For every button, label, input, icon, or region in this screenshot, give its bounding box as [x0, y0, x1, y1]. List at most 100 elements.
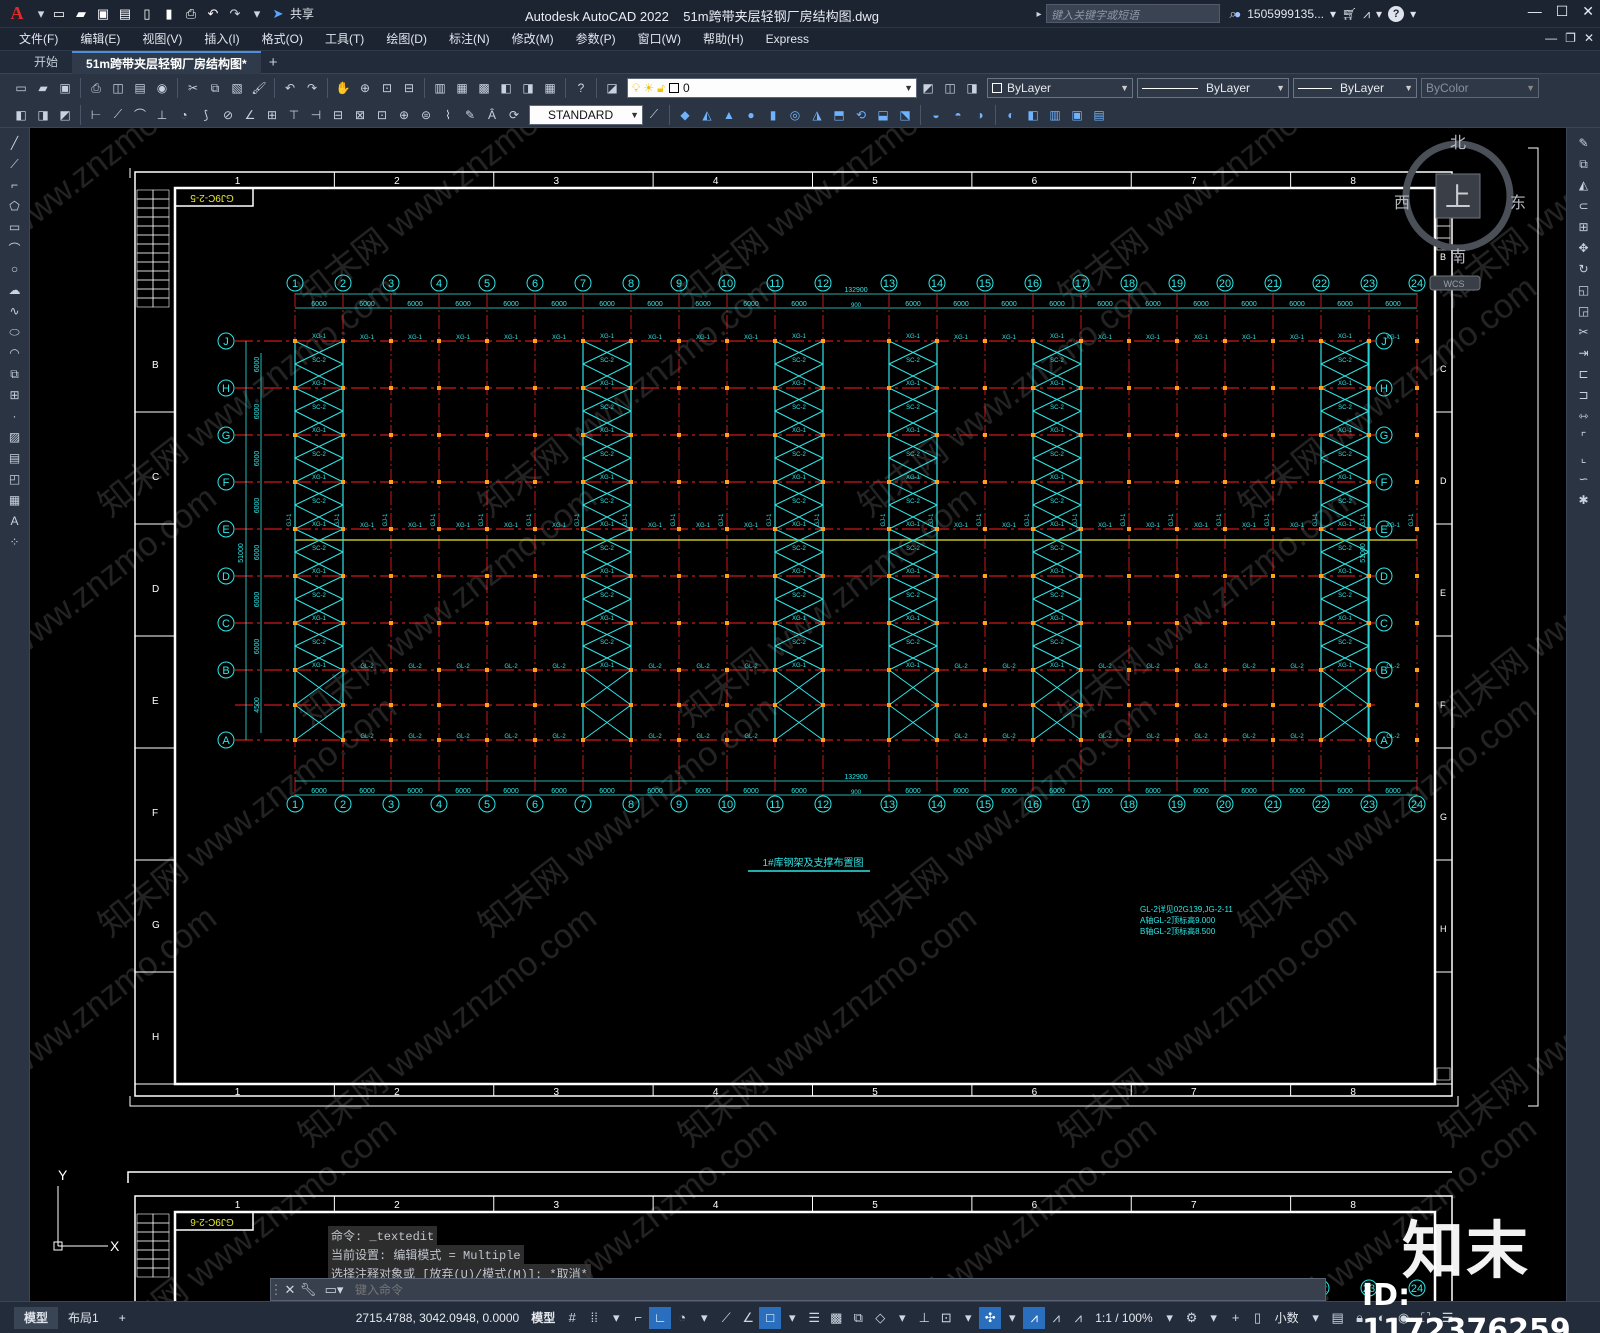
dwf-icon[interactable]: ◉: [152, 78, 172, 98]
3d-cylinder-icon[interactable]: ▮: [763, 105, 783, 125]
aligned-dim-icon[interactable]: ⟋: [108, 105, 128, 125]
mirror-icon[interactable]: ◭: [1574, 176, 1594, 194]
break-icon[interactable]: ⊐: [1574, 386, 1594, 404]
save-web-icon[interactable]: ▮: [160, 5, 178, 23]
share-label[interactable]: 共享: [290, 5, 314, 22]
close-cmd-icon[interactable]: ✕: [281, 1281, 299, 1299]
polygon-icon[interactable]: ⬠: [5, 197, 25, 215]
save-icon[interactable]: ▣: [94, 5, 112, 23]
menu-item-3[interactable]: 插入(I): [193, 28, 250, 50]
copy-icon[interactable]: ⧉: [205, 78, 225, 98]
workspace-gear-icon[interactable]: ⚙: [1181, 1307, 1203, 1329]
doc-close-icon[interactable]: ✕: [1584, 31, 1594, 45]
undo-icon-2[interactable]: ↶: [280, 78, 300, 98]
zoom-window-icon[interactable]: ⊡: [377, 78, 397, 98]
menu-item-0[interactable]: 文件(F): [8, 28, 69, 50]
subtract-icon[interactable]: ◓: [948, 105, 968, 125]
publish-icon[interactable]: ▤: [130, 78, 150, 98]
open-file-icon[interactable]: ▰: [72, 5, 90, 23]
recent-cmd-icon[interactable]: ▭▾: [325, 1281, 344, 1299]
dim-edit-icon[interactable]: ✎: [460, 105, 480, 125]
array-icon[interactable]: ⊞: [1574, 218, 1594, 236]
circle-icon[interactable]: ○: [5, 260, 25, 278]
annotation-visibility-icon[interactable]: ⩘: [1023, 1306, 1046, 1329]
osnap-icon[interactable]: □: [759, 1306, 782, 1329]
compass-east[interactable]: 东: [1510, 194, 1526, 212]
infer-icon[interactable]: ⌐: [627, 1307, 649, 1329]
3dosnap-chevron-icon[interactable]: ▾: [891, 1307, 913, 1329]
search-input[interactable]: 键入关键字或短语: [1046, 4, 1220, 23]
blend-icon[interactable]: ∽: [1574, 470, 1594, 488]
filter-chevron-icon[interactable]: ▾: [957, 1307, 979, 1329]
doc-minimize-icon[interactable]: —: [1545, 31, 1557, 45]
save-as-icon[interactable]: ▤: [116, 5, 134, 23]
center-mark-icon[interactable]: ⊕: [394, 105, 414, 125]
3d-wedge-icon[interactable]: ◭: [697, 105, 717, 125]
3d-torus-icon[interactable]: ◎: [785, 105, 805, 125]
arc-icon[interactable]: ⌒: [5, 239, 25, 257]
lineweight-combo[interactable]: ByLayer ▼: [1293, 78, 1417, 98]
units-icon[interactable]: ▯: [1247, 1307, 1269, 1329]
layer-off-icon[interactable]: ◩: [55, 105, 75, 125]
color-combo[interactable]: ByLayer ▼: [987, 78, 1133, 98]
menu-item-9[interactable]: 参数(P): [565, 28, 627, 50]
app-menu-chevron-icon[interactable]: ▾: [32, 5, 50, 23]
help-icon[interactable]: ?: [1388, 6, 1405, 22]
menu-item-5[interactable]: 工具(T): [314, 28, 375, 50]
thicken-icon[interactable]: ▥: [1045, 105, 1065, 125]
dimstyle-icon[interactable]: ⟋: [644, 105, 664, 125]
dim-space-icon[interactable]: ⊟: [328, 105, 348, 125]
move-icon[interactable]: ✥: [1574, 239, 1594, 257]
customize-cmd-icon[interactable]: 🔧︎: [299, 1281, 317, 1299]
coordinate-readout[interactable]: 2715.4788, 3042.0948, 0.0000: [350, 1311, 526, 1325]
3d-revolve-icon[interactable]: ⟲: [851, 105, 871, 125]
layer-isolate-icon[interactable]: ◨: [33, 105, 53, 125]
new-icon[interactable]: ▭: [11, 78, 31, 98]
units-value[interactable]: 小数: [1269, 1309, 1305, 1326]
jogged-linear-icon[interactable]: ⌇: [438, 105, 458, 125]
3d-loft-icon[interactable]: ⬔: [895, 105, 915, 125]
arc-length-icon[interactable]: ⌒: [130, 105, 150, 125]
mtext-icon[interactable]: A: [5, 512, 25, 530]
trim-icon[interactable]: ✂: [1574, 323, 1594, 341]
layer-properties-icon[interactable]: ◪: [602, 78, 622, 98]
add-selected-icon[interactable]: ⁘: [5, 533, 25, 551]
point-icon[interactable]: ·: [5, 407, 25, 425]
ellipse-icon[interactable]: ⬭: [5, 323, 25, 341]
annotation-scale-icon[interactable]: ⩘: [1067, 1307, 1089, 1329]
dynamic-ucs-icon[interactable]: ⊥: [913, 1307, 935, 1329]
menu-item-8[interactable]: 修改(M): [501, 28, 565, 50]
ellipse-arc-icon[interactable]: ◠: [5, 344, 25, 362]
layer-walk-icon[interactable]: ◧: [11, 105, 31, 125]
polar-icon[interactable]: ◔: [671, 1307, 693, 1329]
customize-qa-icon[interactable]: ▾: [248, 5, 266, 23]
user-account[interactable]: ● 1505999135... ▾ 🛒︎ ⩘ ▾ ? ▾: [1234, 6, 1416, 22]
imprint-icon[interactable]: ▤: [1089, 105, 1109, 125]
autocad-logo-icon[interactable]: A: [6, 3, 28, 25]
menu-item-12[interactable]: Express: [755, 28, 820, 50]
insert-block-icon[interactable]: ⧉: [5, 365, 25, 383]
units-chevron-icon[interactable]: ▾: [1305, 1307, 1327, 1329]
workspace-chevron-icon[interactable]: ▾: [1203, 1307, 1225, 1329]
linear-dim-icon[interactable]: ⊢: [86, 105, 106, 125]
doc-restore-icon[interactable]: ❐: [1565, 31, 1576, 45]
stretch-icon[interactable]: ◲: [1574, 302, 1594, 320]
design-center-icon[interactable]: ▦: [452, 78, 472, 98]
a360-chevron-icon[interactable]: ▾: [1376, 7, 1382, 21]
help-icon-2[interactable]: ?: [571, 78, 591, 98]
properties-icon[interactable]: ▥: [430, 78, 450, 98]
annotation-scale-value[interactable]: 1:1 / 100%: [1089, 1311, 1158, 1325]
match-prop-icon[interactable]: 🖌︎: [249, 78, 269, 98]
undo-icon[interactable]: ↶: [204, 5, 222, 23]
plot-preview-icon[interactable]: ◫: [108, 78, 128, 98]
selection-cycle-icon[interactable]: ⧉: [847, 1307, 869, 1329]
snap-icon[interactable]: ⁞⁞: [583, 1307, 605, 1329]
quick-props-icon[interactable]: ▤: [1327, 1307, 1349, 1329]
inspection-icon[interactable]: ⊜: [416, 105, 436, 125]
offset-icon[interactable]: ⊂: [1574, 197, 1594, 215]
tool-palettes-icon[interactable]: ▩: [474, 78, 494, 98]
polar-chevron-icon[interactable]: ▾: [693, 1307, 715, 1329]
3d-cone-icon[interactable]: ▲: [719, 105, 739, 125]
close-icon[interactable]: ✕: [1582, 3, 1594, 20]
erase-icon[interactable]: ✎: [1574, 134, 1594, 152]
